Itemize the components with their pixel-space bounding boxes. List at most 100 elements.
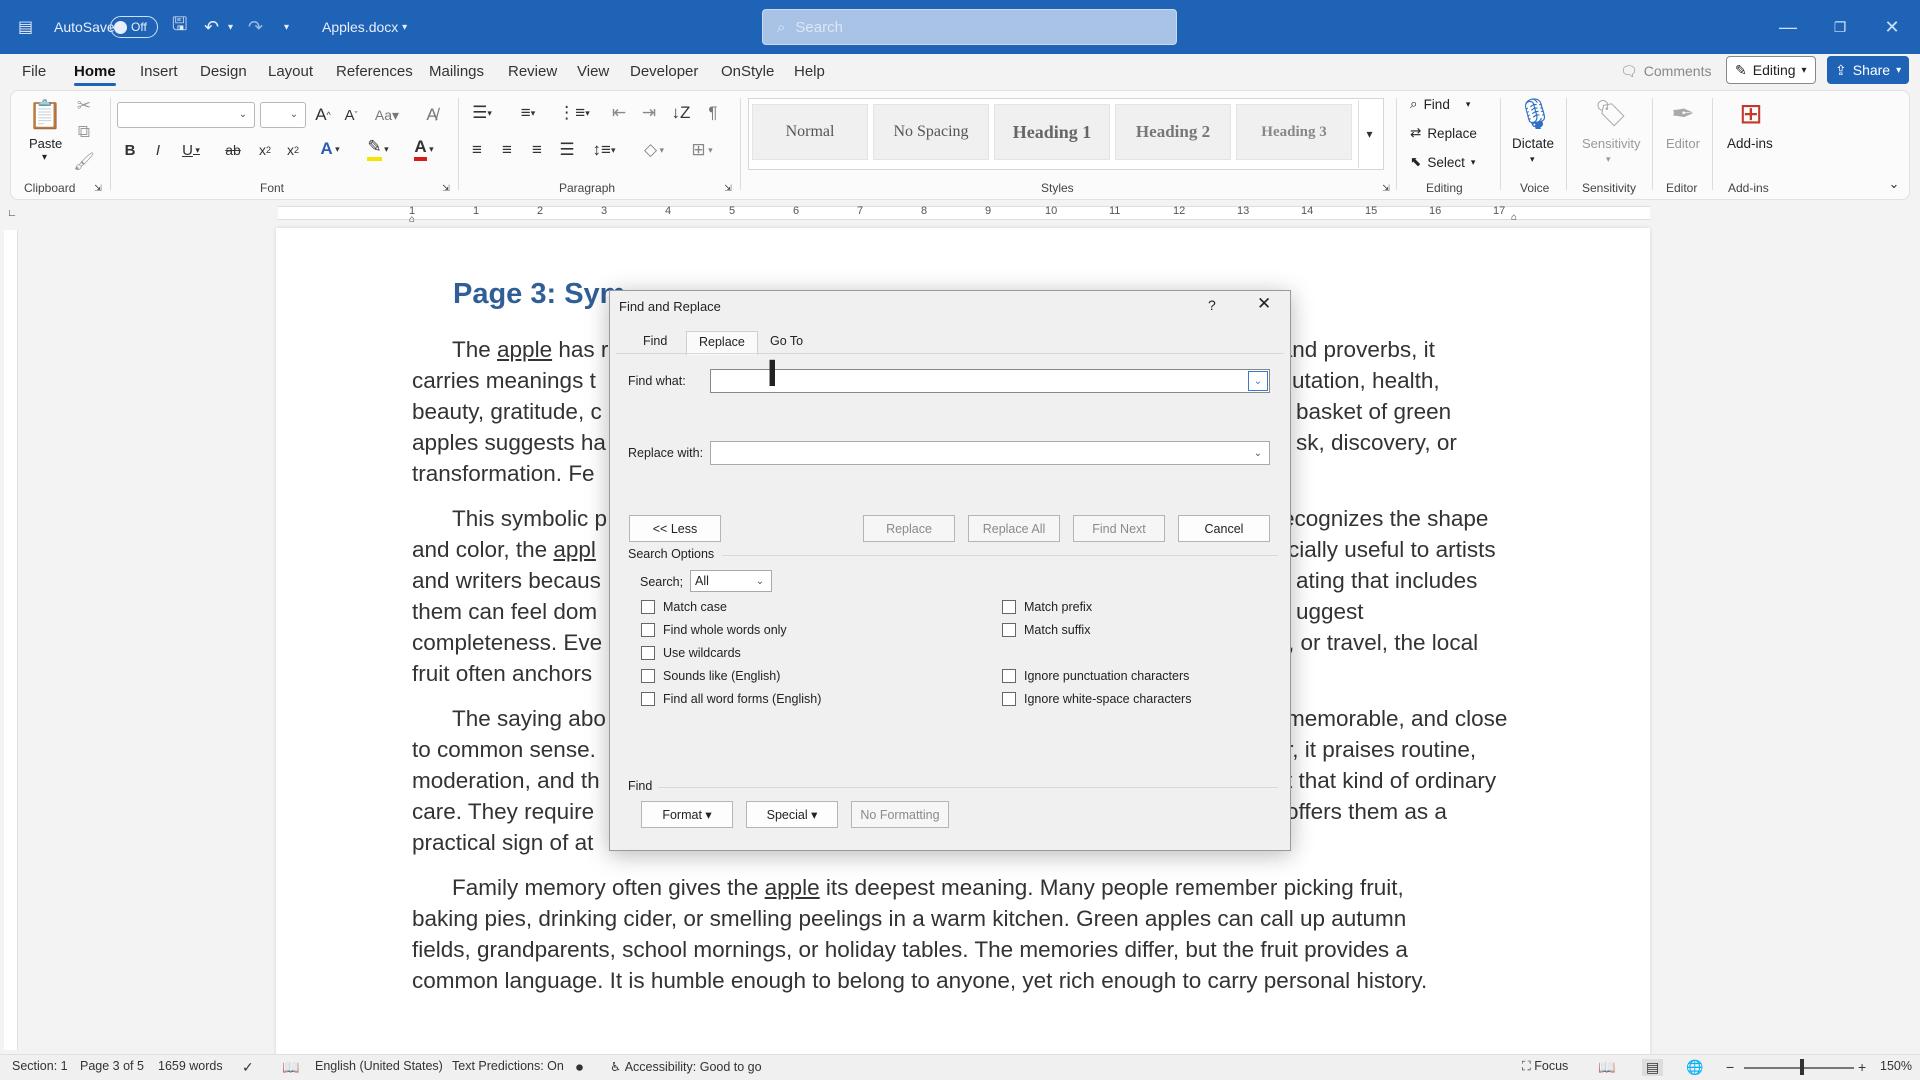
tab-developer[interactable]: Developer — [630, 63, 698, 80]
microphone-icon[interactable]: 🎙 — [1516, 94, 1554, 134]
paste-label[interactable]: Paste — [29, 136, 62, 151]
zoom-level[interactable]: 150% — [1880, 1059, 1912, 1073]
paste-icon[interactable]: 📋 — [28, 96, 63, 132]
wildcards-checkbox[interactable]: Use wildcards — [641, 646, 741, 660]
sensitivity-label[interactable]: Sensitivity — [1582, 136, 1641, 151]
style-heading-1[interactable]: Heading 1 — [994, 104, 1110, 160]
tab-mailings[interactable]: Mailings — [429, 63, 484, 80]
shading-icon[interactable]: ◇ ▾ — [636, 140, 672, 160]
numbering-icon[interactable]: ≡ ▾ — [512, 102, 544, 124]
paste-dropdown-icon[interactable]: ▾ — [42, 152, 47, 163]
replace-with-input[interactable]: ⌄ — [710, 441, 1270, 465]
sensitivity-icon[interactable]: 🏷 — [1594, 94, 1628, 132]
document-name[interactable]: Apples.docx ▾ — [322, 0, 407, 54]
style-heading-2[interactable]: Heading 2 — [1115, 104, 1231, 160]
paragraph-launcher-icon[interactable]: ⇲ — [722, 182, 734, 194]
tab-onstyle[interactable]: OnStyle — [721, 63, 774, 80]
tab-help[interactable]: Help — [794, 63, 825, 80]
align-center-icon[interactable]: ≡ — [496, 140, 518, 160]
close-dialog-icon[interactable]: ✕ — [1257, 294, 1271, 314]
macro-record-icon[interactable]: ⏺ — [576, 1059, 583, 1076]
match-suffix-checkbox[interactable]: Match suffix — [1002, 623, 1090, 637]
tab-insert[interactable]: Insert — [140, 63, 178, 80]
styles-launcher-icon[interactable]: ⇲ — [1380, 182, 1392, 194]
ignore-whitespace-checkbox[interactable]: Ignore white-space characters — [1002, 692, 1191, 706]
style-normal[interactable]: Normal — [752, 104, 868, 160]
find-what-input[interactable]: ⌄ — [710, 369, 1270, 393]
dictate-dropdown-icon[interactable]: ▾ — [1530, 154, 1535, 165]
bold-icon[interactable]: B — [120, 140, 140, 160]
comments-button[interactable]: 🗨 Comments — [1612, 58, 1719, 84]
dialog-tab-find[interactable]: Find — [643, 334, 667, 348]
status-section[interactable]: Section: 1 — [12, 1059, 68, 1073]
tab-review[interactable]: Review — [508, 63, 557, 80]
zoom-out-icon[interactable]: − — [1726, 1059, 1734, 1075]
tab-file[interactable]: File — [22, 63, 46, 80]
replace-button[interactable]: Replace — [863, 515, 955, 542]
left-indent-marker-icon[interactable]: ⌂ — [406, 214, 418, 225]
underline-icon[interactable]: U ▾ — [176, 140, 206, 160]
collapse-ribbon-icon[interactable]: ⌄ — [1884, 176, 1904, 192]
save-icon[interactable]: 🖫 — [172, 0, 187, 54]
zoom-slider-thumb[interactable] — [1800, 1059, 1804, 1075]
ruler-track[interactable] — [278, 206, 1650, 220]
find-next-button[interactable]: Find Next — [1073, 515, 1165, 542]
ignore-punctuation-checkbox[interactable]: Ignore punctuation characters — [1002, 669, 1189, 683]
show-formatting-icon[interactable]: ¶ — [702, 102, 724, 124]
tab-selector-icon[interactable]: ∟ — [6, 207, 18, 219]
align-left-icon[interactable]: ≡ — [466, 140, 488, 160]
less-button[interactable]: << Less — [629, 515, 721, 542]
tab-home[interactable]: Home — [74, 63, 116, 86]
align-right-icon[interactable]: ≡ — [526, 140, 548, 160]
cancel-button[interactable]: Cancel — [1178, 515, 1270, 542]
strikethrough-icon[interactable]: ab — [222, 140, 244, 160]
addins-icon[interactable]: ⊞ — [1734, 94, 1768, 132]
format-button[interactable]: Format ▾ — [641, 801, 733, 828]
italic-icon[interactable]: I — [148, 140, 168, 160]
subscript-icon[interactable]: x2 — [254, 140, 276, 160]
font-launcher-icon[interactable]: ⇲ — [440, 182, 452, 194]
whole-words-checkbox[interactable]: Find whole words only — [641, 623, 787, 637]
status-word-count[interactable]: 1659 words — [158, 1059, 223, 1073]
status-text-predictions[interactable]: Text Predictions: On — [452, 1059, 564, 1073]
styles-more-icon[interactable]: ▾ — [1358, 100, 1380, 168]
addins-label[interactable]: Add-ins — [1727, 136, 1773, 151]
line-spacing-icon[interactable]: ↕≡ ▾ — [588, 140, 620, 160]
read-mode-book-icon[interactable]: 📖 — [282, 1059, 299, 1076]
focus-button[interactable]: ⛶ Focus — [1522, 1059, 1568, 1074]
chevron-down-icon[interactable]: ⌄ — [1248, 443, 1268, 463]
bullets-icon[interactable]: ☰ ▾ — [466, 102, 498, 124]
status-accessibility[interactable]: ♿ Accessibility: Good to go — [610, 1059, 762, 1074]
shrink-font-icon[interactable]: Aˇ — [340, 104, 362, 126]
dictate-label[interactable]: Dictate — [1512, 136, 1554, 151]
restore-button[interactable]: ❐ — [1812, 0, 1868, 54]
read-mode-icon[interactable]: 📖 — [1598, 1059, 1615, 1076]
select-button[interactable]: ⬉ Select ▾ — [1410, 154, 1475, 170]
web-layout-icon[interactable]: 🌐 — [1686, 1059, 1703, 1076]
match-case-checkbox[interactable]: Match case — [641, 600, 727, 614]
chevron-down-icon[interactable]: ⌄ — [1248, 371, 1268, 391]
tab-design[interactable]: Design — [200, 63, 247, 80]
proofing-icon[interactable]: ✓ — [242, 1059, 254, 1076]
tab-view[interactable]: View — [577, 63, 609, 80]
minimize-button[interactable]: — — [1760, 0, 1816, 54]
font-size-combo[interactable]: ⌄ — [260, 102, 306, 128]
customize-qat-icon[interactable]: ▾ — [284, 0, 289, 54]
font-color-icon[interactable]: A ▾ — [406, 137, 442, 161]
word-app-icon[interactable]: ▤ — [18, 0, 33, 54]
special-button[interactable]: Special ▾ — [746, 801, 838, 828]
editor-label[interactable]: Editor — [1666, 136, 1700, 151]
redo-icon[interactable]: ↷ — [248, 0, 263, 54]
undo-dropdown-icon[interactable]: ▾ — [228, 0, 233, 54]
decrease-indent-icon[interactable]: ⇤ — [608, 102, 630, 124]
format-painter-icon[interactable]: 🖌 — [73, 152, 95, 172]
clipboard-launcher-icon[interactable]: ⇲ — [92, 182, 104, 194]
zoom-in-icon[interactable]: + — [1858, 1059, 1866, 1075]
print-layout-icon[interactable]: ▤ — [1642, 1059, 1664, 1076]
share-button[interactable]: ⇪ Share ▾ — [1827, 56, 1910, 84]
sensitivity-dropdown-icon[interactable]: ▾ — [1606, 154, 1611, 165]
editor-pen-icon[interactable]: ✒ — [1666, 94, 1700, 132]
undo-icon[interactable]: ↶ — [204, 0, 219, 54]
status-language[interactable]: English (United States) — [315, 1059, 443, 1073]
change-case-icon[interactable]: Aa▾ — [372, 104, 402, 126]
